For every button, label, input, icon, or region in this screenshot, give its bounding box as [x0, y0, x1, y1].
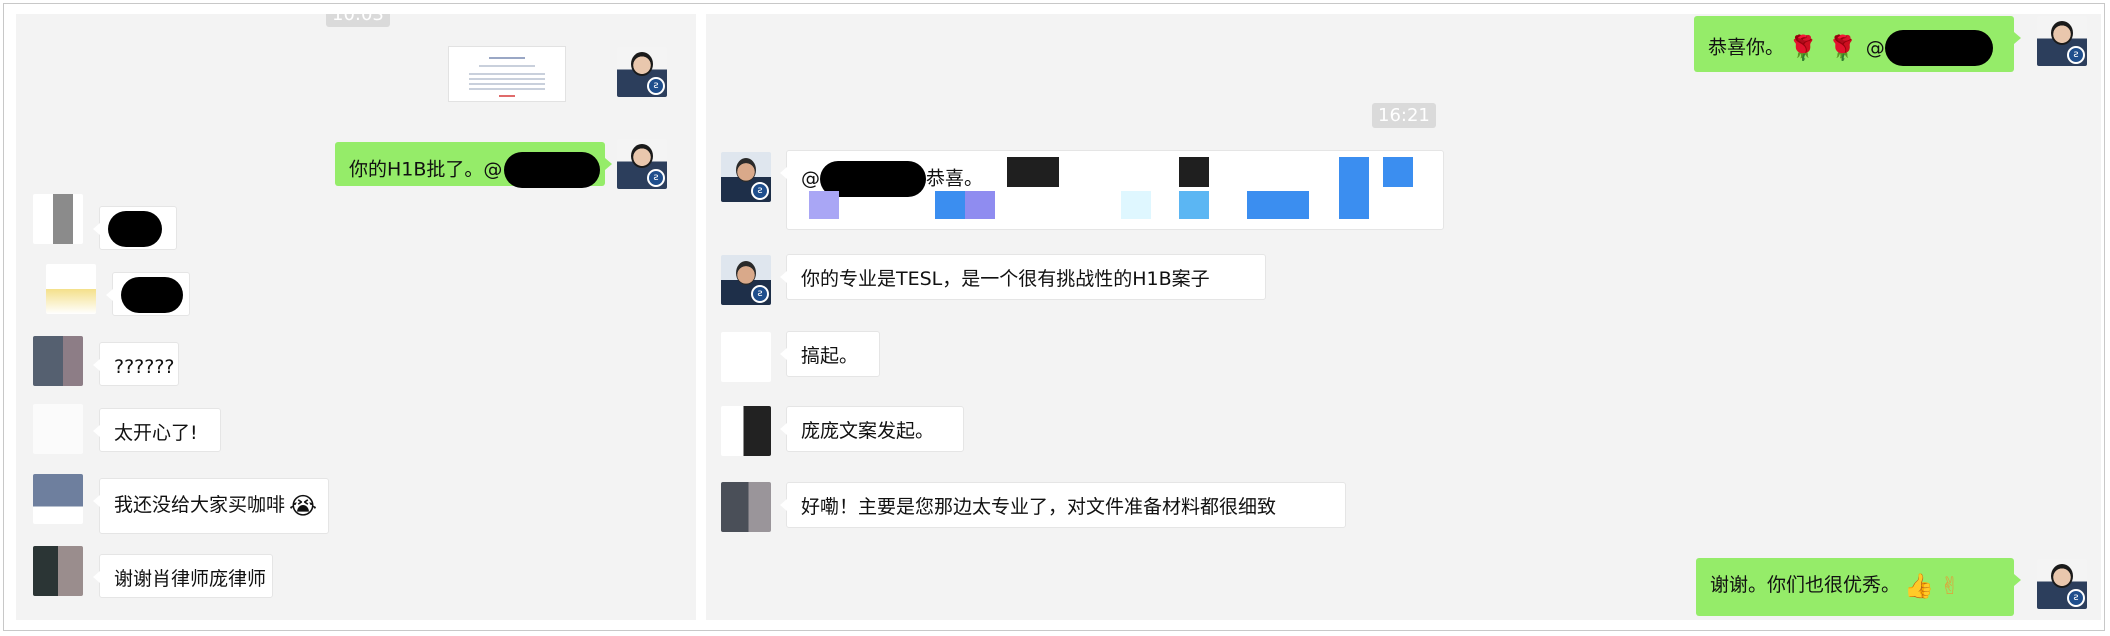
message-bubble[interactable]: 太开心了! — [93, 408, 221, 452]
badge-icon: ƨ — [751, 182, 769, 200]
avatar[interactable]: ƨ — [721, 152, 771, 202]
redacted-block — [809, 191, 839, 219]
redacted-block — [1339, 157, 1369, 219]
badge-icon: ƨ — [2067, 46, 2085, 64]
avatar[interactable]: ƨ — [617, 139, 667, 189]
redacted-block — [965, 191, 995, 219]
message-text: 谢谢。你们也很优秀。 — [1710, 574, 1901, 596]
avatar[interactable]: ƨ — [721, 255, 771, 305]
message-bubble[interactable]: 我还没给大家买咖啡 😭 — [93, 478, 329, 534]
message-bubble[interactable]: 恭喜你。 🌹 🌹 @ — [1694, 16, 2021, 72]
avatar[interactable] — [46, 264, 96, 314]
message-text: 我还没给大家买咖啡 — [114, 494, 286, 516]
message-bubble[interactable]: @ 恭喜。 — [780, 150, 1444, 230]
message-text: 好嘞！主要是您那边太专业了，对文件准备材料都很细致 — [801, 496, 1277, 518]
redacted-block — [1383, 157, 1413, 187]
message-text: 你的专业是TESL，是一个很有挑战性的H1B案子 — [801, 268, 1210, 290]
avatar[interactable]: ƨ — [2037, 559, 2087, 609]
badge-icon: ƨ — [2067, 589, 2085, 607]
avatar[interactable]: ƨ — [2037, 16, 2087, 66]
crying-emoji-icon: 😭 — [289, 491, 318, 520]
redacted-name — [1884, 30, 1993, 66]
message-text: 庞庞文案发起。 — [801, 420, 935, 442]
message-text: ?????? — [114, 356, 175, 378]
thumbs-up-icon: 👍 — [1904, 571, 1934, 600]
redacted-block — [1247, 191, 1309, 219]
redacted-block — [1179, 157, 1209, 187]
avatar[interactable] — [33, 474, 83, 524]
message-bubble[interactable]: ?????? — [93, 342, 179, 386]
rose-icon: 🌹 — [1788, 34, 1818, 62]
redacted-block — [1007, 157, 1059, 187]
timestamp: 10:03 — [326, 14, 390, 27]
avatar[interactable] — [33, 336, 83, 386]
screenshot-frame: 10:03 ƨ 你的H1B批了。@ ƨ ?????? 太开心了! 我还没给大家买… — [3, 3, 2105, 631]
avatar[interactable] — [721, 406, 771, 456]
redacted-content — [108, 211, 162, 247]
avatar[interactable] — [33, 194, 83, 244]
approval-notice-image[interactable] — [448, 46, 566, 102]
message-bubble[interactable]: 谢谢肖律师庞律师 — [93, 554, 273, 598]
avatar[interactable] — [33, 404, 83, 454]
message-text: 恭喜。 — [926, 167, 984, 190]
message-text: 你的H1B批了。@ — [349, 158, 503, 181]
message-bubble[interactable]: 谢谢。你们也很优秀。 👍 ✌ — [1696, 558, 2021, 616]
mention-symbol: @ — [1865, 36, 1885, 59]
message-bubble[interactable]: 搞起。 — [780, 331, 880, 377]
badge-icon: ƨ — [751, 285, 769, 303]
redacted-content — [121, 277, 183, 313]
message-bubble[interactable] — [106, 272, 190, 316]
avatar[interactable]: ƨ — [617, 47, 667, 97]
victory-hand-icon: ✌ — [1939, 571, 1961, 600]
message-bubble[interactable]: 你的专业是TESL，是一个很有挑战性的H1B案子 — [780, 254, 1266, 300]
message-text: 谢谢肖律师庞律师 — [114, 568, 267, 590]
message-text: 恭喜你。 — [1708, 36, 1785, 59]
avatar[interactable] — [721, 332, 771, 382]
rose-icon: 🌹 — [1827, 34, 1858, 62]
chat-panel-right: 恭喜你。 🌹 🌹 @ ƨ 16:21 ƨ @ 恭喜。 ƨ 你的专业是TESL，是一个很有… — [706, 14, 2101, 620]
message-bubble[interactable]: 你的H1B批了。@ — [335, 142, 612, 188]
badge-icon: ƨ — [647, 77, 665, 95]
redacted-block — [935, 191, 965, 219]
avatar[interactable] — [721, 482, 771, 532]
message-bubble[interactable]: 好嘞！主要是您那边太专业了，对文件准备材料都很细致 — [780, 482, 1346, 528]
chat-panel-left: 10:03 ƨ 你的H1B批了。@ ƨ ?????? 太开心了! 我还没给大家买… — [16, 14, 696, 620]
mention-symbol: @ — [801, 167, 820, 190]
redacted-block — [1179, 191, 1209, 219]
avatar[interactable] — [33, 546, 83, 596]
badge-icon: ƨ — [647, 169, 665, 187]
timestamp: 16:21 — [1372, 103, 1436, 128]
message-text: 太开心了! — [114, 422, 198, 444]
message-text: 搞起。 — [801, 345, 859, 367]
message-bubble[interactable] — [93, 206, 177, 250]
redacted-name — [504, 152, 601, 188]
redacted-block — [1121, 191, 1151, 219]
message-bubble[interactable]: 庞庞文案发起。 — [780, 406, 964, 452]
